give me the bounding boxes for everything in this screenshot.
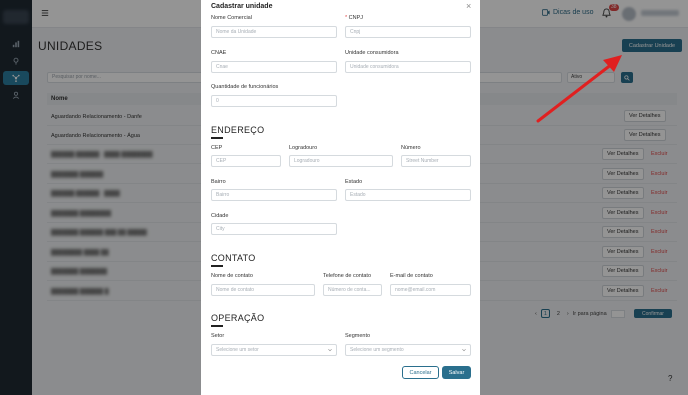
qtd-funcionarios-input[interactable]: 0	[211, 95, 337, 107]
required-marker: *	[345, 15, 348, 21]
logradouro-label: Logradouro	[289, 145, 318, 151]
modal-title: Cadastrar unidade	[211, 3, 273, 10]
nome-contato-label: Nome de contato	[211, 273, 253, 279]
setor-placeholder: Selecione um setor	[216, 347, 259, 353]
section-divider	[211, 137, 223, 139]
close-icon[interactable]: ×	[466, 2, 471, 11]
section-divider	[211, 325, 223, 327]
segmento-label: Segmento	[345, 333, 371, 339]
segmento-placeholder: Selecione um segmento	[350, 347, 404, 353]
chevron-down-icon	[328, 349, 332, 352]
cadastrar-unidade-modal: Cadastrar unidade × Nome Comercial Nome …	[201, 0, 480, 395]
segmento-select[interactable]: Selecione um segmento	[345, 344, 471, 356]
chevron-down-icon	[462, 349, 466, 352]
cancel-button[interactable]: Cancelar	[402, 366, 439, 379]
nome-comercial-input[interactable]: Nome da Unidade	[211, 26, 337, 38]
contato-section-title: CONTATO	[211, 253, 256, 263]
estado-label: Estado	[345, 179, 363, 185]
cep-label: CEP	[211, 145, 223, 151]
email-contato-label: E-mail de contato	[390, 273, 433, 279]
nome-comercial-label: Nome Comercial	[211, 15, 252, 21]
cnpj-label: * CNPJ	[345, 15, 363, 21]
cnpj-label-text: CNPJ	[348, 15, 364, 21]
numero-input[interactable]: Street Number	[401, 155, 471, 167]
cidade-input[interactable]: City	[211, 223, 337, 235]
cnae-label: CNAE	[211, 50, 227, 56]
cnpj-input[interactable]: Cnpj	[345, 26, 471, 38]
setor-select[interactable]: Selecione um setor	[211, 344, 337, 356]
email-contato-input[interactable]: nome@email.com	[390, 284, 471, 296]
section-divider	[211, 265, 223, 267]
telefone-contato-input[interactable]: Número de conta...	[323, 284, 382, 296]
operacao-section-title: OPERAÇÃO	[211, 313, 265, 323]
save-button[interactable]: Salvar	[442, 366, 471, 379]
unidade-consumidora-label: Unidade consumidora	[345, 50, 399, 56]
cidade-label: Cidade	[211, 213, 229, 219]
nome-contato-input[interactable]: Nome de contato	[211, 284, 315, 296]
cep-input[interactable]: CEP	[211, 155, 281, 167]
unidade-consumidora-input[interactable]: Unidade consumidora	[345, 61, 471, 73]
cnae-input[interactable]: Cnae	[211, 61, 337, 73]
logradouro-input[interactable]: Logradouro	[289, 155, 393, 167]
telefone-contato-label: Telefone de contato	[323, 273, 372, 279]
endereco-section-title: ENDEREÇO	[211, 125, 265, 135]
estado-input[interactable]: Estado	[345, 189, 471, 201]
numero-label: Número	[401, 145, 421, 151]
setor-label: Setor	[211, 333, 225, 339]
bairro-input[interactable]: Bairro	[211, 189, 337, 201]
bairro-label: Bairro	[211, 179, 226, 185]
qtd-funcionarios-label: Quantidade de funcionários	[211, 84, 279, 90]
